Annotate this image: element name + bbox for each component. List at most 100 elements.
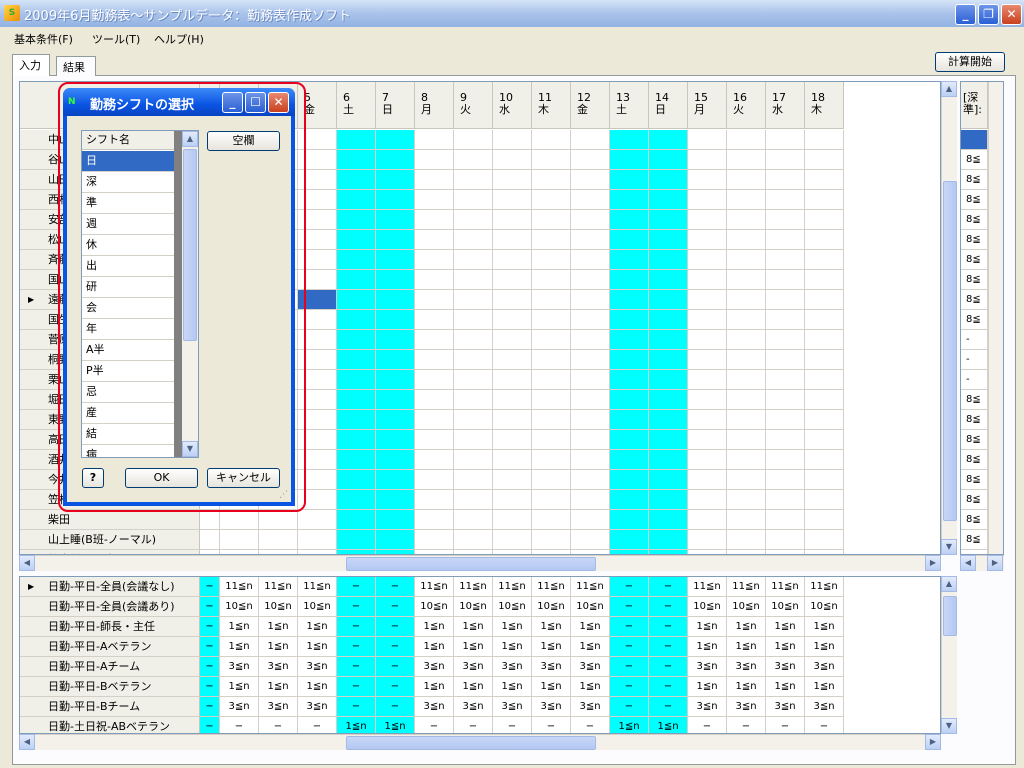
schedule-vscroll[interactable]: ▲ ▼ [941, 81, 957, 555]
schedule-cell[interactable] [688, 510, 727, 530]
schedule-cell[interactable] [727, 290, 766, 310]
constraint-cell[interactable]: − [337, 617, 376, 637]
constraint-cell[interactable]: 10≦n [298, 597, 337, 617]
constraint-cell[interactable]: 1≦n [532, 637, 571, 657]
schedule-cell[interactable] [454, 230, 493, 250]
constraint-cell[interactable]: − [805, 717, 844, 733]
schedule-cell[interactable] [415, 290, 454, 310]
schedule-cell[interactable] [727, 450, 766, 470]
schedule-cell[interactable] [688, 290, 727, 310]
schedule-cell[interactable] [610, 330, 649, 350]
constraint-cell[interactable]: 1≦n [766, 617, 805, 637]
constraint-cell[interactable]: 3≦n [220, 697, 259, 717]
schedule-cell[interactable] [337, 450, 376, 470]
constraint-cell[interactable]: − [200, 577, 220, 597]
shift-list-item[interactable]: A半 [82, 340, 174, 361]
schedule-cell[interactable] [415, 270, 454, 290]
constraint-cell[interactable]: 3≦n [727, 657, 766, 677]
shift-list-item[interactable]: 研 [82, 277, 174, 298]
schedule-cell[interactable] [493, 450, 532, 470]
constraint-cell[interactable]: 1≦n [259, 637, 298, 657]
maximize-button[interactable]: ❐ [978, 4, 999, 25]
schedule-cell[interactable] [649, 250, 688, 270]
schedule-cell[interactable] [337, 190, 376, 210]
constraint-cell[interactable]: − [649, 617, 688, 637]
constraint-cell[interactable]: − [200, 637, 220, 657]
constraint-name[interactable]: 日勤-平日-師長・主任 [20, 617, 200, 637]
constraint-cell[interactable]: − [376, 657, 415, 677]
schedule-cell[interactable] [337, 370, 376, 390]
schedule-cell[interactable] [610, 150, 649, 170]
schedule-cell[interactable] [688, 350, 727, 370]
constraint-cell[interactable]: 10≦n [259, 597, 298, 617]
schedule-cell[interactable] [493, 310, 532, 330]
schedule-cell[interactable] [571, 490, 610, 510]
constraint-cell[interactable]: 11≦n [571, 577, 610, 597]
schedule-cell[interactable] [649, 330, 688, 350]
constraint-cell[interactable]: 3≦n [688, 657, 727, 677]
schedule-cell[interactable] [298, 510, 337, 530]
constraint-cell[interactable]: 10≦n [220, 597, 259, 617]
shift-list-item[interactable]: 産 [82, 403, 174, 424]
summary-cell[interactable]: 8≦ [961, 530, 988, 550]
schedule-cell[interactable] [571, 230, 610, 250]
constraint-cell[interactable]: − [337, 697, 376, 717]
schedule-cell[interactable] [688, 390, 727, 410]
dialog-minimize-button[interactable]: _ [222, 92, 243, 113]
constraint-cell[interactable]: − [337, 657, 376, 677]
scroll-left-icon[interactable]: ◀ [19, 734, 35, 750]
schedule-cell[interactable] [376, 430, 415, 450]
schedule-cell[interactable] [337, 410, 376, 430]
constraint-cell[interactable]: 1≦n [415, 637, 454, 657]
schedule-cell[interactable] [454, 410, 493, 430]
schedule-cell[interactable] [532, 350, 571, 370]
schedule-cell[interactable] [805, 270, 844, 290]
dialog-close-button[interactable]: ✕ [268, 92, 289, 113]
schedule-cell[interactable] [805, 470, 844, 490]
constraint-cell[interactable]: − [493, 717, 532, 733]
schedule-cell[interactable] [376, 390, 415, 410]
schedule-cell[interactable] [454, 330, 493, 350]
constraint-cell[interactable]: 3≦n [298, 657, 337, 677]
schedule-cell[interactable] [649, 450, 688, 470]
schedule-cell[interactable] [493, 170, 532, 190]
constraint-cell[interactable]: 10≦n [532, 597, 571, 617]
schedule-cell[interactable] [532, 130, 571, 150]
cancel-button[interactable]: キャンセル [207, 468, 280, 488]
schedule-cell[interactable] [766, 290, 805, 310]
schedule-cell[interactable] [493, 210, 532, 230]
schedule-cell[interactable] [610, 230, 649, 250]
schedule-cell[interactable] [532, 450, 571, 470]
schedule-cell[interactable] [688, 230, 727, 250]
schedule-cell[interactable] [610, 290, 649, 310]
schedule-cell[interactable] [571, 530, 610, 550]
constraint-cell[interactable]: 10≦n [688, 597, 727, 617]
schedule-cell[interactable] [376, 130, 415, 150]
schedule-cell[interactable] [220, 530, 259, 550]
constraint-cell[interactable]: 1≦n [688, 617, 727, 637]
constraint-cell[interactable]: − [727, 717, 766, 733]
schedule-cell[interactable] [610, 310, 649, 330]
schedule-cell[interactable] [454, 430, 493, 450]
summary-cell[interactable]: - [961, 370, 988, 390]
schedule-cell[interactable] [415, 250, 454, 270]
schedule-cell[interactable] [649, 410, 688, 430]
schedule-cell[interactable] [571, 310, 610, 330]
scroll-down-icon[interactable]: ▼ [182, 441, 198, 457]
schedule-cell[interactable] [376, 450, 415, 470]
constraint-cell[interactable]: 1≦n [727, 637, 766, 657]
constraint-cell[interactable]: 1≦n [454, 677, 493, 697]
constraint-cell[interactable]: 3≦n [532, 657, 571, 677]
constraint-cell[interactable]: 1≦n [220, 637, 259, 657]
schedule-cell[interactable] [649, 130, 688, 150]
summary-cell[interactable]: 8≦ [961, 290, 988, 310]
schedule-cell[interactable] [649, 210, 688, 230]
constraint-cell[interactable]: 1≦n [454, 617, 493, 637]
constraint-cell[interactable]: − [220, 717, 259, 733]
schedule-cell[interactable] [610, 130, 649, 150]
schedule-cell[interactable] [532, 170, 571, 190]
schedule-cell[interactable] [727, 530, 766, 550]
constraint-cell[interactable]: 11≦n [415, 577, 454, 597]
schedule-cell[interactable] [610, 450, 649, 470]
schedule-cell[interactable] [259, 530, 298, 550]
